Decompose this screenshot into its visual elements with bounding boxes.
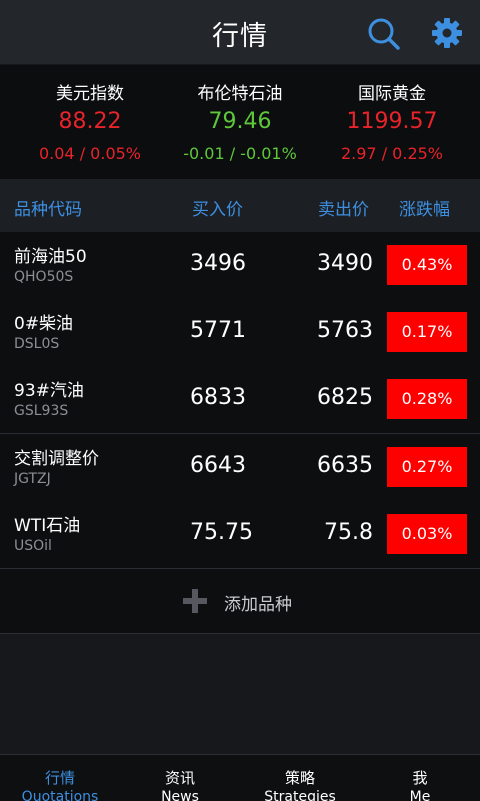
index-name: 国际黄金 (358, 84, 426, 104)
product-code: USOil (14, 538, 52, 554)
page-title: 行情 (212, 21, 268, 52)
product-code: QHO50S (14, 269, 74, 285)
index-usd[interactable]: 美元指数 88.22 0.04 / 0.05% (10, 65, 170, 179)
tab-label: 资讯 (164, 769, 195, 787)
add-product-label: 添加品种 (224, 595, 292, 615)
bottom-tab-bar: 行情 Quotations 资讯 News 策略 Strategies 我 Me (0, 754, 480, 801)
tab-label-en: News (161, 789, 199, 801)
search-icon (368, 18, 400, 50)
bid-price: 75.75 (190, 520, 253, 545)
change-badge: 0.17% (387, 312, 467, 352)
change-badge: 0.43% (387, 245, 467, 285)
product-name: 93#汽油 (14, 381, 84, 401)
ask-price: 75.8 (324, 520, 373, 545)
column-ask[interactable]: 卖出价 (318, 195, 369, 220)
bid-price: 6643 (190, 453, 246, 478)
product-code: DSL0S (14, 336, 60, 352)
bid-price: 5771 (190, 318, 246, 343)
column-change[interactable]: 涨跌幅 (399, 195, 450, 220)
index-price: 1199.57 (346, 109, 438, 134)
product-name: WTI石油 (14, 516, 81, 536)
plus-icon (183, 589, 207, 613)
index-brent[interactable]: 布伦特石油 79.46 -0.01 / -0.01% (160, 65, 320, 179)
table-row[interactable]: WTI石油 USOil 75.75 75.8 0.03% (0, 501, 480, 569)
product-name: 0#柴油 (14, 314, 74, 334)
add-product-button[interactable]: 添加品种 (0, 569, 480, 634)
ask-price: 6825 (317, 385, 373, 410)
top-bar: 行情 (0, 0, 480, 65)
search-button[interactable] (366, 16, 402, 52)
bid-price: 3496 (190, 251, 246, 276)
index-price: 79.46 (208, 109, 272, 134)
ask-price: 6635 (317, 453, 373, 478)
tab-label-en: Me (409, 789, 431, 801)
product-name: 交割调整价 (14, 449, 99, 469)
change-badge: 0.28% (387, 379, 467, 419)
index-gold[interactable]: 国际黄金 1199.57 2.97 / 0.25% (312, 65, 472, 179)
settings-button[interactable] (430, 16, 464, 50)
change-badge: 0.03% (387, 514, 467, 554)
table-row[interactable]: 交割调整价 JGTZJ 6643 6635 0.27% (0, 434, 480, 502)
index-change: 0.04 / 0.05% (38, 144, 141, 163)
index-price: 88.22 (58, 109, 122, 134)
table-row[interactable]: 0#柴油 DSL0S 5771 5763 0.17% (0, 299, 480, 367)
tab-me[interactable]: 我 Me (360, 755, 480, 801)
column-bid[interactable]: 买入价 (192, 195, 243, 220)
ask-price: 5763 (317, 318, 373, 343)
tab-quotations[interactable]: 行情 Quotations (0, 755, 120, 801)
tab-label-en: Quotations (21, 789, 99, 801)
ask-price: 3490 (317, 251, 373, 276)
index-name: 布伦特石油 (197, 84, 283, 104)
gear-icon (432, 18, 462, 48)
column-product[interactable]: 品种代码 (14, 195, 82, 220)
product-code: JGTZJ (14, 471, 51, 487)
market-indices: 美元指数 88.22 0.04 / 0.05% 布伦特石油 79.46 -0.0… (0, 65, 480, 179)
column-header: 品种代码 买入价 卖出价 涨跌幅 (0, 180, 480, 233)
product-code: GSL93S (14, 403, 69, 419)
empty-area (0, 634, 480, 754)
table-row[interactable]: 93#汽油 GSL93S 6833 6825 0.28% (0, 366, 480, 434)
bid-price: 6833 (190, 385, 246, 410)
tab-label: 我 (412, 769, 428, 787)
tab-news[interactable]: 资讯 News (120, 755, 240, 801)
index-name: 美元指数 (56, 84, 124, 104)
tab-label: 行情 (44, 769, 75, 787)
index-change: 2.97 / 0.25% (340, 144, 443, 163)
tab-label-en: Strategies (264, 789, 336, 801)
change-badge: 0.27% (387, 447, 467, 487)
product-name: 前海油50 (14, 247, 87, 267)
tab-label: 策略 (284, 769, 315, 787)
index-change: -0.01 / -0.01% (183, 144, 297, 163)
tab-strategies[interactable]: 策略 Strategies (240, 755, 360, 801)
table-row[interactable]: 前海油50 QHO50S 3496 3490 0.43% (0, 232, 480, 300)
